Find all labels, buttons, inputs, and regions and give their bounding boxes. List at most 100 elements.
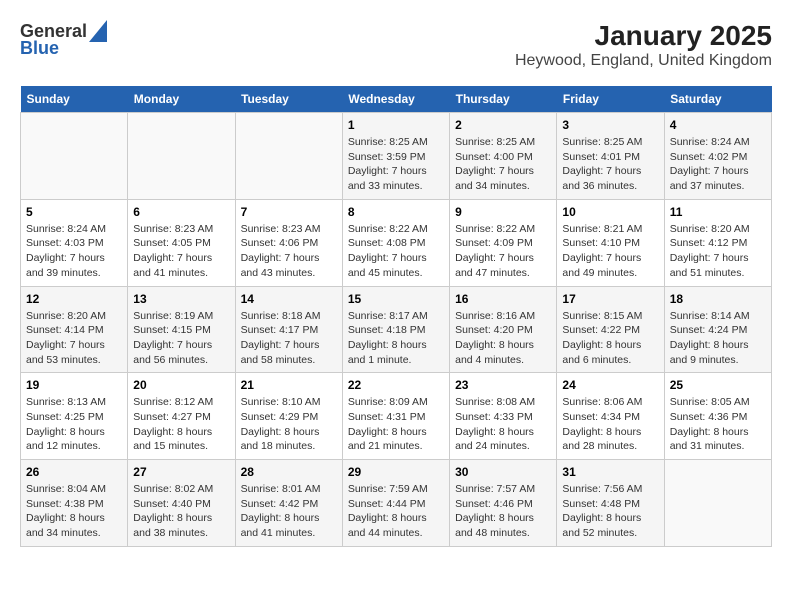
calendar-table: SundayMondayTuesdayWednesdayThursdayFrid… bbox=[20, 86, 772, 547]
day-number: 13 bbox=[133, 292, 229, 306]
day-number: 24 bbox=[562, 378, 658, 392]
calendar-cell: 7 Sunrise: 8:23 AM Sunset: 4:06 PM Daylig… bbox=[235, 199, 342, 286]
day-number: 27 bbox=[133, 465, 229, 479]
day-number: 23 bbox=[455, 378, 551, 392]
day-details: Sunrise: 8:08 AM Sunset: 4:33 PM Dayligh… bbox=[455, 395, 551, 454]
calendar-cell: 6Sunrise: 8:23 AM Sunset: 4:05 PM Daylig… bbox=[128, 199, 235, 286]
day-number: 21 bbox=[241, 378, 337, 392]
calendar-cell: 15 Sunrise: 8:17 AM Sunset: 4:18 PM Dayli… bbox=[342, 286, 449, 373]
day-number: 9 bbox=[455, 205, 551, 219]
calendar-cell: 20 Sunrise: 8:12 AM Sunset: 4:27 PM Dayli… bbox=[128, 373, 235, 460]
day-details: Sunrise: 8:24 AM Sunset: 4:02 PM Dayligh… bbox=[670, 135, 766, 194]
calendar-subtitle: Heywood, England, United Kingdom bbox=[515, 52, 772, 70]
day-header-saturday: Saturday bbox=[664, 86, 771, 113]
day-header-thursday: Thursday bbox=[450, 86, 557, 113]
day-details: Sunrise: 8:25 AM Sunset: 4:00 PM Dayligh… bbox=[455, 135, 551, 194]
day-details: Sunrise: 8:09 AM Sunset: 4:31 PM Dayligh… bbox=[348, 395, 444, 454]
calendar-cell: 1Sunrise: 8:25 AM Sunset: 3:59 PM Daylig… bbox=[342, 113, 449, 200]
calendar-cell: 24Sunrise: 8:06 AM Sunset: 4:34 PM Dayli… bbox=[557, 373, 664, 460]
calendar-cell bbox=[128, 113, 235, 200]
day-header-tuesday: Tuesday bbox=[235, 86, 342, 113]
day-number: 2 bbox=[455, 118, 551, 132]
day-details: Sunrise: 8:18 AM Sunset: 4:17 PM Dayligh… bbox=[241, 309, 337, 368]
day-details: Sunrise: 8:23 AM Sunset: 4:05 PM Dayligh… bbox=[133, 222, 229, 281]
calendar-cell: 11Sunrise: 8:20 AM Sunset: 4:12 PM Dayli… bbox=[664, 199, 771, 286]
calendar-cell: 17 Sunrise: 8:15 AM Sunset: 4:22 PM Dayli… bbox=[557, 286, 664, 373]
calendar-cell: 19 Sunrise: 8:13 AM Sunset: 4:25 PM Dayli… bbox=[21, 373, 128, 460]
day-number: 22 bbox=[348, 378, 444, 392]
calendar-cell: 16Sunrise: 8:16 AM Sunset: 4:20 PM Dayli… bbox=[450, 286, 557, 373]
day-details: Sunrise: 8:25 AM Sunset: 4:01 PM Dayligh… bbox=[562, 135, 658, 194]
day-details: Sunrise: 7:56 AM Sunset: 4:48 PM Dayligh… bbox=[562, 482, 658, 541]
calendar-cell: 29 Sunrise: 7:59 AM Sunset: 4:44 PM Dayli… bbox=[342, 460, 449, 547]
title-block: January 2025 Heywood, England, United Ki… bbox=[515, 20, 772, 70]
calendar-week-row: 1Sunrise: 8:25 AM Sunset: 3:59 PM Daylig… bbox=[21, 113, 772, 200]
day-number: 1 bbox=[348, 118, 444, 132]
day-details: Sunrise: 8:13 AM Sunset: 4:25 PM Dayligh… bbox=[26, 395, 122, 454]
day-number: 15 bbox=[348, 292, 444, 306]
day-details: Sunrise: 8:17 AM Sunset: 4:18 PM Dayligh… bbox=[348, 309, 444, 368]
calendar-cell: 25Sunrise: 8:05 AM Sunset: 4:36 PM Dayli… bbox=[664, 373, 771, 460]
day-number: 8 bbox=[348, 205, 444, 219]
day-details: Sunrise: 8:19 AM Sunset: 4:15 PM Dayligh… bbox=[133, 309, 229, 368]
day-number: 5 bbox=[26, 205, 122, 219]
day-details: Sunrise: 7:59 AM Sunset: 4:44 PM Dayligh… bbox=[348, 482, 444, 541]
day-details: Sunrise: 8:16 AM Sunset: 4:20 PM Dayligh… bbox=[455, 309, 551, 368]
day-header-wednesday: Wednesday bbox=[342, 86, 449, 113]
day-number: 7 bbox=[241, 205, 337, 219]
day-number: 4 bbox=[670, 118, 766, 132]
day-details: Sunrise: 8:22 AM Sunset: 4:08 PM Dayligh… bbox=[348, 222, 444, 281]
day-details: Sunrise: 8:12 AM Sunset: 4:27 PM Dayligh… bbox=[133, 395, 229, 454]
calendar-week-row: 19 Sunrise: 8:13 AM Sunset: 4:25 PM Dayli… bbox=[21, 373, 772, 460]
calendar-cell: 22 Sunrise: 8:09 AM Sunset: 4:31 PM Dayli… bbox=[342, 373, 449, 460]
calendar-cell: 27 Sunrise: 8:02 AM Sunset: 4:40 PM Dayli… bbox=[128, 460, 235, 547]
calendar-cell: 30 Sunrise: 7:57 AM Sunset: 4:46 PM Dayli… bbox=[450, 460, 557, 547]
calendar-week-row: 5 Sunrise: 8:24 AM Sunset: 4:03 PM Daylig… bbox=[21, 199, 772, 286]
calendar-cell: 18 Sunrise: 8:14 AM Sunset: 4:24 PM Dayli… bbox=[664, 286, 771, 373]
day-details: Sunrise: 8:20 AM Sunset: 4:12 PM Dayligh… bbox=[670, 222, 766, 281]
day-details: Sunrise: 8:15 AM Sunset: 4:22 PM Dayligh… bbox=[562, 309, 658, 368]
day-details: Sunrise: 8:14 AM Sunset: 4:24 PM Dayligh… bbox=[670, 309, 766, 368]
day-header-friday: Friday bbox=[557, 86, 664, 113]
day-number: 26 bbox=[26, 465, 122, 479]
calendar-cell: 9 Sunrise: 8:22 AM Sunset: 4:09 PM Daylig… bbox=[450, 199, 557, 286]
calendar-cell: 21 Sunrise: 8:10 AM Sunset: 4:29 PM Dayli… bbox=[235, 373, 342, 460]
day-details: Sunrise: 8:04 AM Sunset: 4:38 PM Dayligh… bbox=[26, 482, 122, 541]
page-header: General Blue January 2025 Heywood, Engla… bbox=[20, 20, 772, 70]
day-header-sunday: Sunday bbox=[21, 86, 128, 113]
day-number: 28 bbox=[241, 465, 337, 479]
calendar-week-row: 26 Sunrise: 8:04 AM Sunset: 4:38 PM Dayli… bbox=[21, 460, 772, 547]
day-number: 17 bbox=[562, 292, 658, 306]
calendar-cell: 31 Sunrise: 7:56 AM Sunset: 4:48 PM Dayli… bbox=[557, 460, 664, 547]
logo: General Blue bbox=[20, 20, 107, 59]
day-number: 20 bbox=[133, 378, 229, 392]
day-number: 31 bbox=[562, 465, 658, 479]
calendar-cell bbox=[21, 113, 128, 200]
day-number: 18 bbox=[670, 292, 766, 306]
calendar-body: 1Sunrise: 8:25 AM Sunset: 3:59 PM Daylig… bbox=[21, 113, 772, 547]
calendar-cell: 8 Sunrise: 8:22 AM Sunset: 4:08 PM Daylig… bbox=[342, 199, 449, 286]
day-number: 14 bbox=[241, 292, 337, 306]
day-details: Sunrise: 8:20 AM Sunset: 4:14 PM Dayligh… bbox=[26, 309, 122, 368]
day-details: Sunrise: 8:23 AM Sunset: 4:06 PM Dayligh… bbox=[241, 222, 337, 281]
day-header-monday: Monday bbox=[128, 86, 235, 113]
day-details: Sunrise: 8:01 AM Sunset: 4:42 PM Dayligh… bbox=[241, 482, 337, 541]
day-details: Sunrise: 8:10 AM Sunset: 4:29 PM Dayligh… bbox=[241, 395, 337, 454]
calendar-cell: 4 Sunrise: 8:24 AM Sunset: 4:02 PM Daylig… bbox=[664, 113, 771, 200]
calendar-cell: 28 Sunrise: 8:01 AM Sunset: 4:42 PM Dayli… bbox=[235, 460, 342, 547]
calendar-week-row: 12Sunrise: 8:20 AM Sunset: 4:14 PM Dayli… bbox=[21, 286, 772, 373]
day-details: Sunrise: 8:22 AM Sunset: 4:09 PM Dayligh… bbox=[455, 222, 551, 281]
day-details: Sunrise: 8:02 AM Sunset: 4:40 PM Dayligh… bbox=[133, 482, 229, 541]
calendar-cell: 23 Sunrise: 8:08 AM Sunset: 4:33 PM Dayli… bbox=[450, 373, 557, 460]
calendar-cell: 26 Sunrise: 8:04 AM Sunset: 4:38 PM Dayli… bbox=[21, 460, 128, 547]
day-details: Sunrise: 8:24 AM Sunset: 4:03 PM Dayligh… bbox=[26, 222, 122, 281]
day-number: 30 bbox=[455, 465, 551, 479]
logo-triangle-icon bbox=[89, 20, 107, 42]
calendar-cell bbox=[664, 460, 771, 547]
day-number: 19 bbox=[26, 378, 122, 392]
calendar-title: January 2025 bbox=[515, 20, 772, 52]
calendar-header-row: SundayMondayTuesdayWednesdayThursdayFrid… bbox=[21, 86, 772, 113]
day-details: Sunrise: 7:57 AM Sunset: 4:46 PM Dayligh… bbox=[455, 482, 551, 541]
calendar-cell: 13 Sunrise: 8:19 AM Sunset: 4:15 PM Dayli… bbox=[128, 286, 235, 373]
day-number: 29 bbox=[348, 465, 444, 479]
